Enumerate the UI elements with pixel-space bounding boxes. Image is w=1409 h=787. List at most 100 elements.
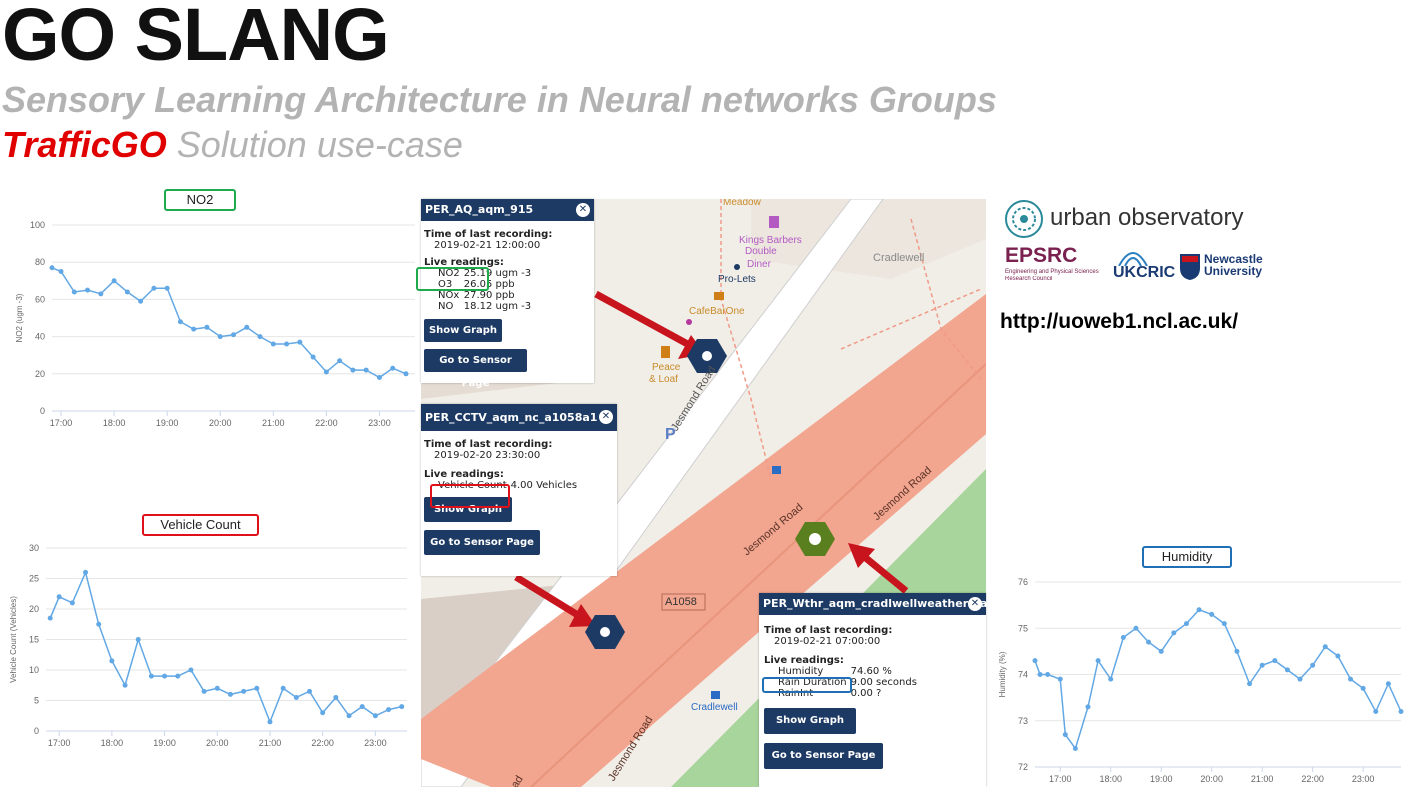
data-point[interactable] [372, 713, 378, 719]
data-point[interactable] [1284, 667, 1290, 673]
sensor-page-button[interactable]: Go to Sensor Page [424, 530, 540, 555]
data-point[interactable] [175, 673, 181, 679]
sensor-page-button[interactable]: Go to Sensor Page [424, 349, 527, 389]
data-point[interactable] [69, 600, 75, 606]
data-point[interactable] [1085, 704, 1091, 710]
data-point[interactable] [58, 269, 64, 274]
data-point[interactable] [307, 688, 313, 694]
data-point[interactable] [135, 637, 141, 642]
data-point[interactable] [284, 341, 290, 347]
data-point[interactable] [257, 334, 263, 340]
data-point[interactable] [83, 569, 89, 575]
data-point[interactable] [337, 358, 343, 364]
data-point[interactable] [177, 319, 183, 325]
close-icon[interactable]: ✕ [599, 410, 613, 424]
data-point[interactable] [346, 713, 352, 719]
data-point[interactable] [85, 287, 91, 293]
data-point[interactable] [244, 324, 250, 330]
data-point[interactable] [124, 289, 130, 295]
data-point[interactable] [1108, 676, 1114, 682]
show-graph-button[interactable]: Show Graph [764, 708, 856, 734]
data-point[interactable] [1259, 662, 1265, 668]
data-point[interactable] [1171, 630, 1177, 636]
data-point[interactable] [231, 332, 236, 338]
data-point[interactable] [96, 621, 102, 627]
data-point[interactable] [151, 285, 157, 291]
data-point[interactable] [204, 324, 210, 330]
data-point[interactable] [390, 365, 396, 371]
data-point[interactable] [138, 298, 144, 304]
data-point[interactable] [201, 688, 207, 694]
data-point[interactable] [47, 615, 53, 621]
data-point[interactable] [386, 707, 392, 713]
data-point[interactable] [148, 673, 154, 679]
series-line [49, 570, 402, 724]
data-point[interactable] [162, 673, 168, 679]
data-point[interactable] [1272, 658, 1278, 664]
data-point[interactable] [241, 688, 247, 694]
no2-chart-title: NO2 [164, 189, 236, 211]
data-point[interactable] [323, 369, 329, 375]
data-point[interactable] [1037, 672, 1043, 677]
data-point[interactable] [1297, 676, 1303, 682]
data-point[interactable] [399, 704, 405, 710]
data-point[interactable] [403, 371, 409, 377]
data-point[interactable] [1335, 653, 1341, 659]
close-icon[interactable]: ✕ [968, 597, 982, 611]
sensor-page-button[interactable]: Go to Sensor Page [764, 743, 883, 769]
data-point[interactable] [1183, 621, 1189, 627]
data-point[interactable] [109, 658, 115, 664]
data-point[interactable] [350, 367, 356, 373]
data-point[interactable] [122, 682, 128, 688]
data-point[interactable] [164, 285, 170, 291]
data-point[interactable] [56, 594, 62, 600]
data-point[interactable] [49, 265, 55, 271]
place-label: Cradlewell [873, 252, 925, 264]
show-graph-button[interactable]: Show Graph [424, 319, 502, 342]
data-point[interactable] [191, 326, 197, 332]
data-point[interactable] [320, 710, 326, 716]
data-point[interactable] [1072, 746, 1078, 751]
observatory-url[interactable]: http://uoweb1.ncl.ac.uk/ [1000, 310, 1238, 334]
data-point[interactable] [1158, 648, 1164, 654]
data-point[interactable] [227, 691, 233, 697]
data-point[interactable] [214, 685, 220, 691]
data-point[interactable] [1133, 625, 1139, 631]
data-point[interactable] [1322, 644, 1328, 650]
data-point[interactable] [1247, 681, 1253, 687]
data-point[interactable] [98, 291, 104, 297]
data-point[interactable] [310, 354, 316, 360]
data-point[interactable] [1360, 685, 1366, 691]
data-point[interactable] [1032, 658, 1038, 664]
data-point[interactable] [1062, 732, 1068, 738]
data-point[interactable] [1045, 672, 1051, 677]
data-point[interactable] [280, 685, 286, 691]
data-point[interactable] [363, 367, 369, 373]
data-point[interactable] [293, 694, 299, 700]
data-point[interactable] [217, 334, 223, 340]
data-point[interactable] [1120, 635, 1126, 640]
data-point[interactable] [1385, 681, 1391, 687]
data-point[interactable] [111, 278, 117, 284]
data-point[interactable] [1373, 709, 1379, 714]
data-point[interactable] [376, 375, 382, 381]
data-point[interactable] [71, 289, 77, 295]
data-point[interactable] [1057, 676, 1063, 682]
data-point[interactable] [1146, 639, 1152, 645]
data-point[interactable] [188, 667, 194, 673]
data-point[interactable] [1398, 709, 1404, 714]
data-point[interactable] [333, 694, 339, 700]
data-point[interactable] [1209, 611, 1215, 617]
data-point[interactable] [1348, 676, 1354, 682]
data-point[interactable] [254, 685, 260, 691]
data-point[interactable] [359, 704, 365, 710]
data-point[interactable] [1196, 607, 1202, 613]
data-point[interactable] [1095, 658, 1101, 664]
data-point[interactable] [297, 339, 303, 345]
close-icon[interactable]: ✕ [576, 203, 590, 217]
data-point[interactable] [270, 341, 276, 347]
data-point[interactable] [1310, 662, 1316, 668]
data-point[interactable] [1234, 648, 1240, 654]
data-point[interactable] [1221, 621, 1227, 627]
data-point[interactable] [267, 719, 273, 725]
